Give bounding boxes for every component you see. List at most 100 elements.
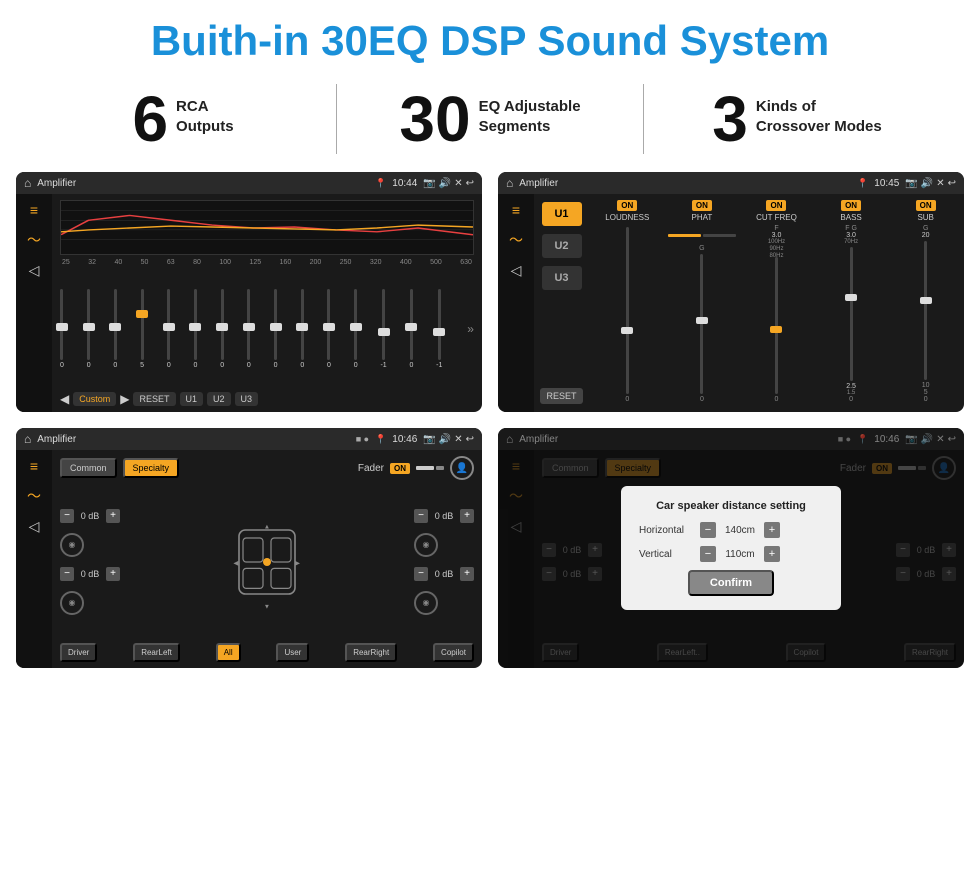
home-icon[interactable]: ⌂ — [24, 176, 31, 190]
horizontal-minus-btn[interactable]: − — [700, 522, 716, 538]
stat-number-rca: 6 — [132, 87, 168, 151]
user-btn[interactable]: User — [276, 643, 309, 662]
stat-number-crossover: 3 — [712, 87, 748, 151]
location-icon-2: 📍 — [857, 178, 868, 189]
dialog-screen-card: ⌂ Amplifier ■ ● 📍 10:46 📷 🔊 ✕ ↩ ≡ 〜 ◁ Co… — [498, 428, 964, 668]
db-minus-rr[interactable]: − — [414, 567, 428, 581]
screenshots-grid: ⌂ Amplifier 📍 10:44 📷 🔊 ✕ ↩ ≡ 〜 ◁ — [0, 172, 980, 684]
u1-button[interactable]: U1 — [542, 202, 582, 226]
eq-slider-14[interactable]: 0 — [409, 289, 413, 369]
home-icon-2[interactable]: ⌂ — [506, 176, 513, 190]
fader-text-label: Fader — [358, 463, 384, 474]
eq-slider-12[interactable]: 0 — [354, 289, 358, 369]
eq-slider-13[interactable]: -1 — [380, 289, 386, 369]
db-value-rr: 0 dB — [432, 569, 456, 579]
u2-btn[interactable]: U2 — [207, 392, 231, 406]
amp-eq-icon[interactable]: ≡ — [512, 202, 520, 218]
prev-icon[interactable]: ◀ — [60, 392, 69, 406]
eq-speaker-icon[interactable]: ◁ — [29, 262, 40, 279]
fader-sidebar: ≡ 〜 ◁ — [16, 450, 52, 668]
common-button[interactable]: Common — [60, 458, 117, 478]
custom-btn[interactable]: Custom — [73, 392, 116, 406]
db-plus-fr[interactable]: + — [460, 509, 474, 523]
eq-slider-3[interactable]: 0 — [113, 289, 117, 369]
eq-slider-9[interactable]: 0 — [274, 289, 278, 369]
bass-on-badge: ON — [841, 200, 861, 211]
eq-slider-1[interactable]: 0 — [60, 289, 64, 369]
eq-slider-2[interactable]: 0 — [87, 289, 91, 369]
eq-slider-15[interactable]: -1 — [436, 289, 442, 369]
amp-speaker-icon[interactable]: ◁ — [511, 262, 522, 279]
fader-speaker-icon[interactable]: ◁ — [29, 518, 40, 535]
db-minus-rl[interactable]: − — [60, 567, 74, 581]
back-icon[interactable]: ↩ — [466, 178, 474, 189]
db-minus-fr[interactable]: − — [414, 509, 428, 523]
amp-time: 10:45 — [874, 178, 899, 189]
vertical-plus-btn[interactable]: + — [764, 546, 780, 562]
db-plus-rl[interactable]: + — [106, 567, 120, 581]
fader-eq-icon[interactable]: ≡ — [30, 458, 38, 474]
db-plus-fl[interactable]: + — [106, 509, 120, 523]
back-icon-3[interactable]: ↩ — [466, 434, 474, 445]
eq-slider-4[interactable]: 5 — [140, 289, 144, 369]
left-db-controls: − 0 dB + ◉ − 0 dB + ◉ — [60, 509, 120, 615]
reset-btn[interactable]: RESET — [133, 392, 175, 406]
db-minus-fl[interactable]: − — [60, 509, 74, 523]
eq-slider-5[interactable]: 0 — [167, 289, 171, 369]
car-svg-area: ◀ ▶ ▲ ▼ — [126, 512, 408, 612]
svg-text:▼: ▼ — [264, 603, 270, 610]
fader-wave-icon[interactable]: 〜 — [27, 486, 41, 506]
u2-button[interactable]: U2 — [542, 234, 582, 258]
sub-on-badge: ON — [916, 200, 936, 211]
back-icon-2[interactable]: ↩ — [948, 178, 956, 189]
amp-wave-icon[interactable]: 〜 — [509, 230, 523, 250]
eq-bottom-bar: ◀ Custom ▶ RESET U1 U2 U3 — [60, 388, 474, 408]
eq-slider-6[interactable]: 0 — [194, 289, 198, 369]
fader-status-bar: ⌂ Amplifier ■ ● 📍 10:46 📷 🔊 ✕ ↩ — [16, 428, 482, 450]
rearright-btn[interactable]: RearRight — [345, 643, 397, 662]
close-icon-2: ✕ — [936, 178, 944, 189]
eq-screen-title: Amplifier — [37, 178, 369, 189]
driver-btn[interactable]: Driver — [60, 643, 97, 662]
confirm-button[interactable]: Confirm — [688, 570, 774, 596]
stat-text-eq: EQ AdjustableSegments — [479, 87, 581, 136]
eq-slider-7[interactable]: 0 — [220, 289, 224, 369]
eq-slider-8[interactable]: 0 — [247, 289, 251, 369]
amp-screen-title: Amplifier — [519, 178, 851, 189]
cutfreq-label: CUT FREQ — [756, 213, 797, 222]
db-value-fl: 0 dB — [78, 511, 102, 521]
fader-bottom-row: Driver RearLeft All User RearRight Copil… — [60, 643, 474, 662]
u1-btn[interactable]: U1 — [180, 392, 204, 406]
sub-control: ON SUB G 20 10 5 0 — [891, 200, 960, 406]
copilot-btn[interactable]: Copilot — [433, 643, 474, 662]
amp-screen-card: ⌂ Amplifier 📍 10:45 📷 🔊 ✕ ↩ ≡ 〜 ◁ U1 U2 … — [498, 172, 964, 412]
home-icon-3[interactable]: ⌂ — [24, 432, 31, 446]
all-btn[interactable]: All — [216, 643, 241, 662]
location-icon: 📍 — [375, 178, 386, 189]
phat-control: ON PHAT G 0 — [668, 200, 737, 406]
u3-button[interactable]: U3 — [542, 266, 582, 290]
fader-on-badge: ON — [390, 463, 410, 474]
rearleft-btn[interactable]: RearLeft — [133, 643, 180, 662]
horizontal-plus-btn[interactable]: + — [764, 522, 780, 538]
amp-sidebar: ≡ 〜 ◁ — [498, 194, 534, 412]
eq-slider-11[interactable]: 0 — [327, 289, 331, 369]
bass-label: BASS — [840, 213, 861, 222]
eq-chart — [60, 200, 474, 255]
eq-wave-icon[interactable]: 〜 — [27, 230, 41, 250]
db-control-rr: − 0 dB + — [414, 567, 474, 581]
dialog-overlay: Car speaker distance setting Horizontal … — [498, 428, 964, 668]
cutfreq-on-badge: ON — [766, 200, 786, 211]
fader-screen-body: ≡ 〜 ◁ Common Specialty Fader ON — [16, 450, 482, 668]
eq-adjust-icon[interactable]: ≡ — [30, 202, 38, 218]
eq-slider-10[interactable]: 0 — [300, 289, 304, 369]
db-plus-rr[interactable]: + — [460, 567, 474, 581]
specialty-button[interactable]: Specialty — [123, 458, 180, 478]
dot-icons: ■ ● — [356, 434, 369, 444]
vertical-minus-btn[interactable]: − — [700, 546, 716, 562]
amp-reset-btn[interactable]: RESET — [540, 388, 582, 404]
next-icon[interactable]: ▶ — [120, 392, 129, 406]
eq-sliders-container: 0 0 0 5 0 — [60, 270, 474, 388]
u3-btn[interactable]: U3 — [235, 392, 259, 406]
dialog-title: Car speaker distance setting — [639, 500, 823, 512]
